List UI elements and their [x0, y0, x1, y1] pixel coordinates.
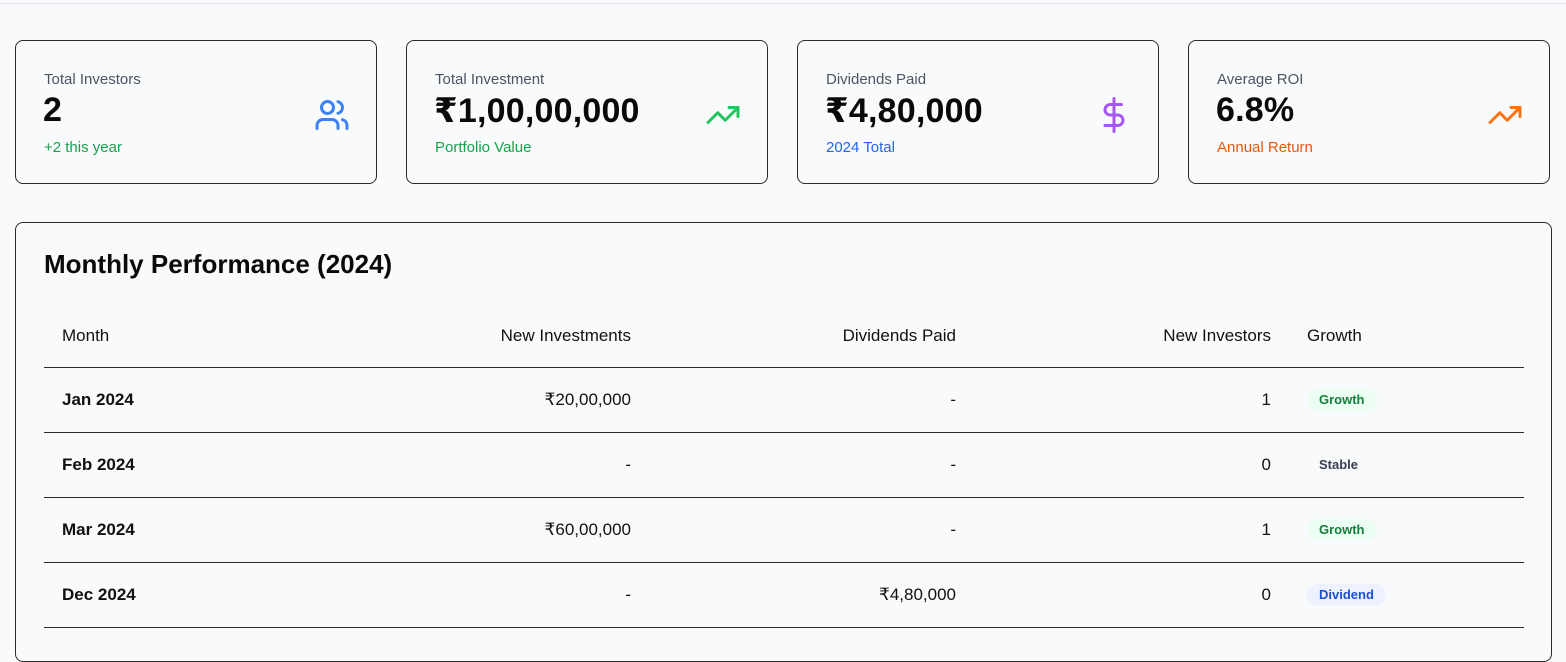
- stat-sub: Portfolio Value: [435, 139, 532, 156]
- column-header-month: Month: [44, 304, 331, 368]
- table-row: Mar 2024 ₹60,00,000 - 1 Growth: [44, 497, 1524, 563]
- stat-value: 2: [43, 91, 63, 129]
- cell-new-investors: 0: [956, 432, 1271, 498]
- cell-new-investments: -: [331, 562, 631, 628]
- column-header-new-investors: New Investors: [956, 304, 1271, 368]
- stat-value: ₹4,80,000: [825, 92, 983, 130]
- cell-new-investors: 1: [956, 367, 1271, 433]
- table-row: Dec 2024 - ₹4,80,000 0 Dividend: [44, 562, 1524, 628]
- performance-table: Month New Investments Dividends Paid New…: [44, 304, 1524, 628]
- stat-sub: +2 this year: [44, 139, 122, 156]
- panel-title: Monthly Performance (2024): [44, 249, 393, 279]
- cell-month: Mar 2024: [44, 497, 331, 563]
- stat-sub: Annual Return: [1217, 139, 1313, 156]
- growth-badge: Growth: [1307, 519, 1377, 541]
- table-header-row: Month New Investments Dividends Paid New…: [44, 304, 1524, 368]
- table-row: Jan 2024 ₹20,00,000 - 1 Growth: [44, 367, 1524, 433]
- trending-up-icon: [706, 106, 740, 124]
- top-divider: [0, 3, 1566, 4]
- stat-card-average-roi: Average ROI 6.8% Annual Return: [1188, 40, 1550, 184]
- users-icon: [315, 100, 349, 130]
- cell-month: Jan 2024: [44, 367, 331, 433]
- cell-new-investors: 0: [956, 562, 1271, 628]
- column-header-dividends-paid: Dividends Paid: [631, 304, 956, 368]
- cell-month: Feb 2024: [44, 432, 331, 498]
- cell-dividends-paid: -: [631, 432, 956, 498]
- stat-value: ₹1,00,00,000: [434, 92, 640, 130]
- trending-up-icon: [1488, 106, 1522, 124]
- cell-dividends-paid: ₹4,80,000: [631, 562, 956, 628]
- cell-new-investments: -: [331, 432, 631, 498]
- stat-card-total-investment: Total Investment ₹1,00,00,000 Portfolio …: [406, 40, 768, 184]
- cell-new-investors: 1: [956, 497, 1271, 563]
- stat-label: Average ROI: [1217, 71, 1304, 88]
- stat-label: Total Investment: [435, 71, 545, 88]
- cell-dividends-paid: -: [631, 497, 956, 563]
- cell-new-investments: ₹60,00,000: [331, 497, 631, 563]
- table-row: Feb 2024 - - 0 Stable: [44, 432, 1524, 498]
- cell-month: Dec 2024: [44, 562, 331, 628]
- growth-badge: Dividend: [1307, 584, 1386, 606]
- stat-card-total-investors: Total Investors 2 +2 this year: [15, 40, 377, 184]
- column-header-new-investments: New Investments: [331, 304, 631, 368]
- column-header-growth: Growth: [1271, 304, 1524, 368]
- stat-card-dividends-paid: Dividends Paid ₹4,80,000 2024 Total: [797, 40, 1159, 184]
- growth-badge: Stable: [1319, 457, 1359, 472]
- stat-label: Total Investors: [44, 71, 141, 88]
- growth-badge: Growth: [1307, 389, 1377, 411]
- stat-value: 6.8%: [1216, 91, 1295, 129]
- stat-sub: 2024 Total: [826, 139, 895, 156]
- cell-dividends-paid: -: [631, 367, 956, 433]
- monthly-performance-panel: Monthly Performance (2024) Month New Inv…: [15, 222, 1552, 662]
- cell-new-investments: ₹20,00,000: [331, 367, 631, 433]
- stat-label: Dividends Paid: [826, 71, 927, 88]
- dollar-icon: [1103, 97, 1125, 133]
